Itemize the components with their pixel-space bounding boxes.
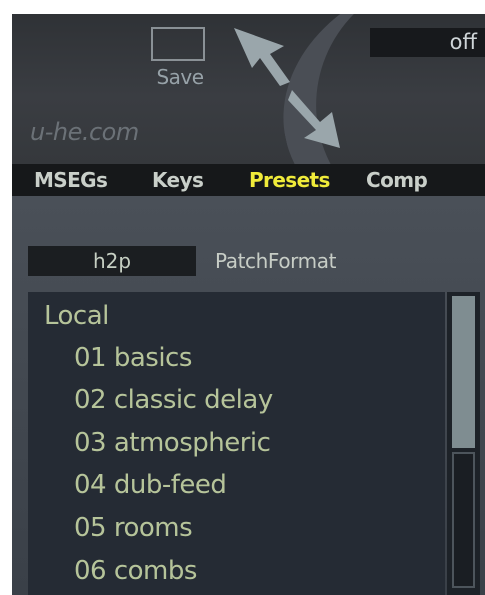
- presets-panel: h2p PatchFormat Local 01 basics 02 class…: [12, 196, 485, 595]
- arrow-icon: [234, 28, 340, 148]
- plugin-window: Save u-he.com off MSEGs Keys Presets Com…: [12, 14, 485, 595]
- top-value-field[interactable]: off: [370, 28, 485, 57]
- tab-msegs[interactable]: MSEGs: [34, 164, 108, 196]
- scrollbar-track[interactable]: [452, 452, 475, 588]
- list-item[interactable]: 06 combs: [74, 551, 197, 591]
- tab-comp[interactable]: Comp: [366, 164, 428, 196]
- tab-bar: MSEGs Keys Presets Comp: [12, 164, 485, 196]
- save-button[interactable]: [151, 27, 205, 61]
- list-folder-local[interactable]: Local: [44, 296, 109, 336]
- patch-format-selector[interactable]: h2p: [28, 246, 196, 276]
- list-item[interactable]: 03 atmospheric: [74, 423, 271, 463]
- list-item[interactable]: 01 basics: [74, 338, 192, 378]
- list-item[interactable]: 02 classic delay: [74, 380, 273, 420]
- list-scrollbar[interactable]: [447, 292, 480, 595]
- tab-presets[interactable]: Presets: [249, 164, 330, 196]
- list-item[interactable]: 05 rooms: [74, 508, 193, 548]
- tab-keys[interactable]: Keys: [152, 164, 204, 196]
- save-label: Save: [156, 65, 204, 89]
- header-panel: Save u-he.com off: [12, 14, 485, 164]
- patch-format-label: PatchFormat: [215, 249, 337, 273]
- site-logo-text: u-he.com: [30, 118, 139, 146]
- list-item[interactable]: 04 dub-feed: [74, 465, 227, 505]
- preset-list: Local 01 basics 02 classic delay 03 atmo…: [28, 292, 445, 595]
- scrollbar-thumb[interactable]: [452, 296, 475, 448]
